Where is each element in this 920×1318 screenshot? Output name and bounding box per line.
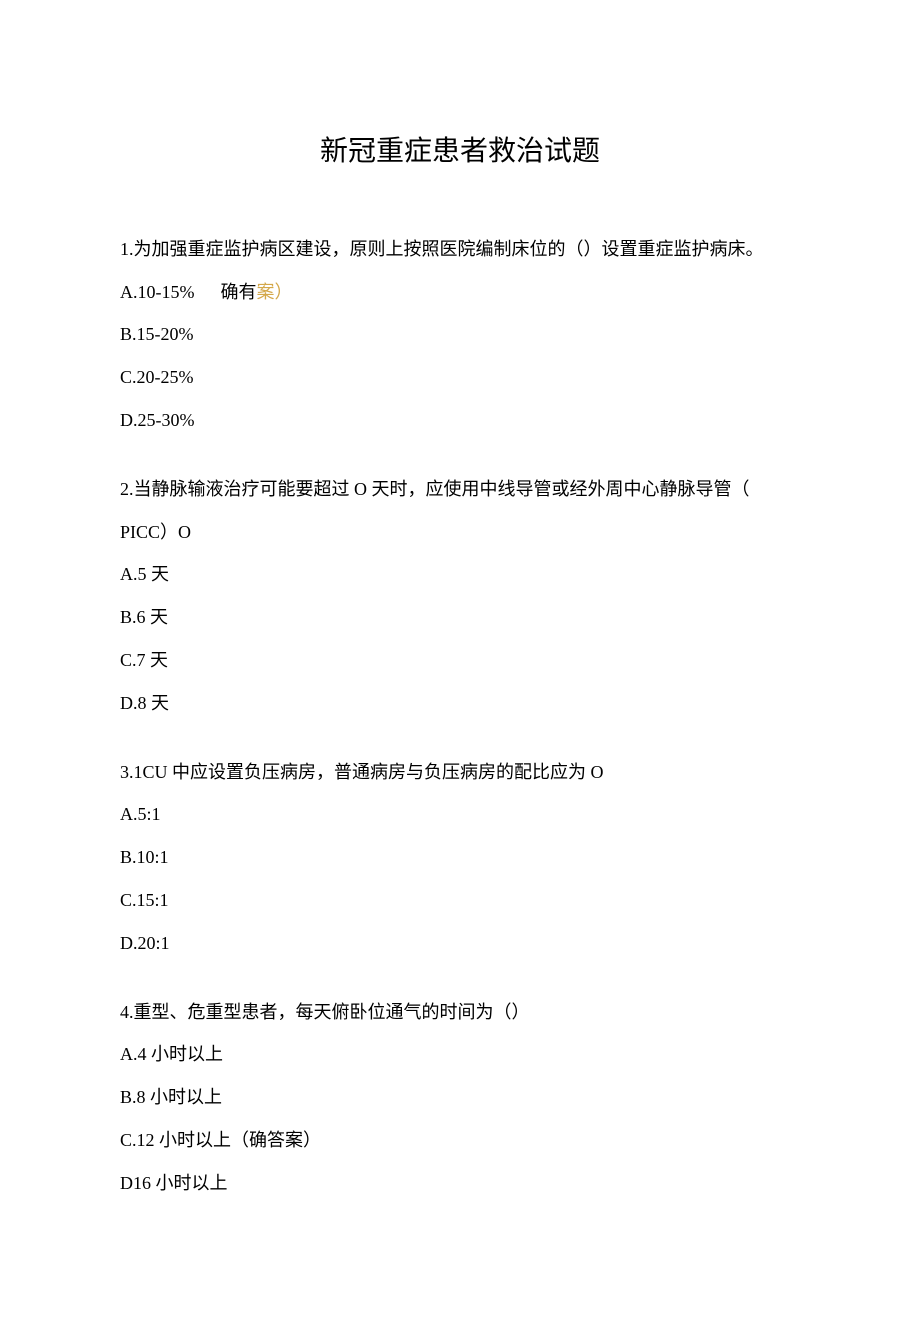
question-block: 3.1CU 中应设置负压病房，普通病房与负压病房的配比应为 O A.5:1 B.…	[120, 758, 800, 958]
option: D.25-30%	[120, 406, 800, 435]
question-block: 1.为加强重症监护病区建设，原则上按照医院编制床位的（）设置重症监护病床。 A.…	[120, 235, 800, 435]
marker-prefix: 确有	[221, 282, 257, 302]
question-text-cont: PICC）O	[120, 518, 800, 547]
option: B.6 天	[120, 603, 800, 632]
option: C.20-25%	[120, 363, 800, 392]
option-label: A.10-15%	[120, 282, 195, 302]
option: A.10-15% 确有案）	[120, 278, 800, 307]
question-text: 2.当静脉输液治疗可能要超过 O 天时，应使用中线导管或经外周中心静脉导管（	[120, 475, 800, 504]
question-block: 4.重型、危重型患者，每天俯卧位通气的时间为（） A.4 小时以上 B.8 小时…	[120, 998, 800, 1198]
answer-marker: 确有案）	[221, 282, 293, 302]
option: C.12 小时以上（确答案）	[120, 1126, 800, 1155]
option: B.10:1	[120, 843, 800, 872]
question-block: 2.当静脉输液治疗可能要超过 O 天时，应使用中线导管或经外周中心静脉导管（ P…	[120, 475, 800, 718]
option: B.15-20%	[120, 320, 800, 349]
question-text: 4.重型、危重型患者，每天俯卧位通气的时间为（）	[120, 998, 800, 1027]
document-title: 新冠重症患者救治试题	[120, 130, 800, 175]
option: C.7 天	[120, 646, 800, 675]
option: A.5 天	[120, 560, 800, 589]
option: A.5:1	[120, 800, 800, 829]
question-text: 3.1CU 中应设置负压病房，普通病房与负压病房的配比应为 O	[120, 758, 800, 787]
option: B.8 小时以上	[120, 1083, 800, 1112]
option: C.15:1	[120, 886, 800, 915]
option: D.8 天	[120, 689, 800, 718]
option: A.4 小时以上	[120, 1040, 800, 1069]
option: D.20:1	[120, 929, 800, 958]
option: D16 小时以上	[120, 1169, 800, 1198]
question-text: 1.为加强重症监护病区建设，原则上按照医院编制床位的（）设置重症监护病床。	[120, 235, 800, 264]
marker-suffix: 案）	[257, 282, 293, 302]
